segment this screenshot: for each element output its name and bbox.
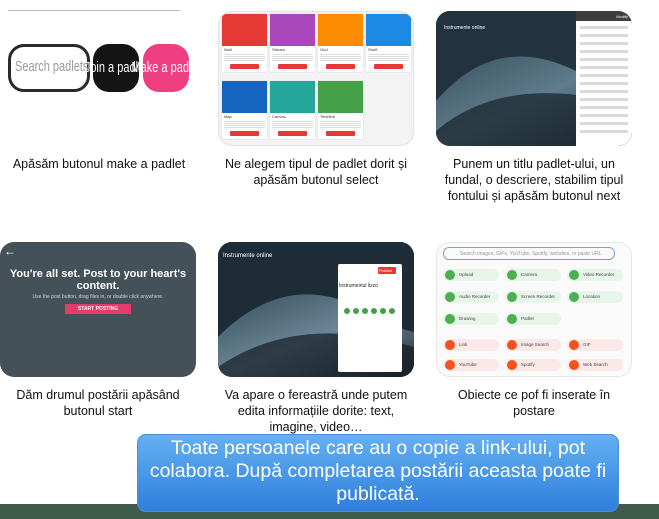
settings-sidebar: Modify — [576, 11, 632, 146]
insert-objects-screenshot: Search images, GIFs, YouTube, Spotify, w… — [436, 242, 632, 377]
option-label: Video Recorder — [583, 272, 615, 277]
card-label: Canvas — [272, 114, 286, 119]
attachment-icon[interactable] — [353, 308, 359, 314]
link-icon — [445, 340, 455, 350]
option-padlet[interactable]: Padlet — [505, 313, 561, 325]
camera-icon — [507, 270, 517, 280]
search-placeholder: Search padlets — [15, 59, 89, 75]
card-stream[interactable]: Stream — [270, 14, 315, 72]
card-label: Grid — [320, 47, 328, 52]
card-label: Shelf — [368, 47, 378, 52]
upload-icon — [445, 270, 455, 280]
search-padlets-input[interactable]: Search padlets — [8, 44, 90, 92]
post-editor-window — [338, 264, 402, 372]
card-map[interactable]: Map — [222, 81, 267, 139]
post-title: Instrumentul lizzo — [339, 283, 378, 289]
collaboration-callout: Toate persoanele care au o copie a link-… — [137, 434, 619, 512]
youtube-icon — [445, 360, 455, 370]
option-camera[interactable]: Camera — [505, 269, 561, 281]
card-label: Wall — [224, 47, 232, 52]
attachment-icon[interactable] — [389, 308, 395, 314]
caption-step6: Obiecte ce pof fi inserate în postare — [457, 388, 611, 418]
attachment-icon[interactable] — [380, 308, 386, 314]
attachment-icon[interactable] — [362, 308, 368, 314]
microphone-icon — [445, 292, 455, 302]
option-gif[interactable]: GIF — [567, 339, 623, 351]
location-icon — [569, 292, 579, 302]
video-icon — [569, 270, 579, 280]
card-label: Stream — [272, 47, 285, 52]
card-label: Map — [224, 114, 232, 119]
sidebar-header: Modify — [576, 11, 632, 21]
card-canvas[interactable]: Canvas — [270, 81, 315, 139]
option-image-search[interactable]: Image Search — [505, 339, 561, 351]
card-shelf[interactable]: Shelf — [366, 14, 411, 72]
edit-post-screenshot: Instrumente online Publish Instrumentul … — [218, 242, 414, 377]
back-arrow-icon[interactable]: ← — [4, 244, 16, 258]
padlet-type-screenshot: Wall Stream Grid Shelf Map Canvas Timeli… — [218, 11, 414, 146]
option-screen-recorder[interactable]: Screen Recorder — [505, 291, 561, 303]
option-web-search[interactable]: Web Search — [567, 359, 623, 371]
option-video-recorder[interactable]: Video Recorder — [567, 269, 623, 281]
caption-step2: Ne alegem tipul de padlet dorit și apăsă… — [224, 157, 408, 187]
option-audio-recorder[interactable]: Audio Recorder — [443, 291, 499, 303]
option-youtube[interactable]: YouTube — [443, 359, 499, 371]
option-label: Camera — [521, 272, 538, 277]
option-label: GIF — [583, 342, 591, 347]
padlet-settings-screenshot: Instrumente online Modify — [436, 11, 632, 146]
option-label: Web Search — [583, 362, 608, 367]
card-wall[interactable]: Wall — [222, 14, 267, 72]
attachment-icon[interactable] — [371, 308, 377, 314]
option-drawing[interactable]: Drawing — [443, 313, 499, 325]
caption-step3: Punem un titlu padlet-ului, un fundal, o… — [444, 157, 624, 203]
caption-step4: Dăm drumul postării apăsând butonul star… — [16, 388, 180, 418]
option-label: Drawing — [459, 316, 476, 321]
option-label: Location — [583, 294, 601, 299]
spotify-icon — [507, 360, 517, 370]
option-label: YouTube — [459, 362, 477, 367]
gif-icon — [569, 340, 579, 350]
board-title: Instrumente online — [444, 25, 486, 31]
caption-step1: Apăsăm butonul make a padlet — [12, 157, 186, 171]
option-label: Image Search — [521, 342, 550, 347]
start-posting-button[interactable]: START POSTING — [65, 304, 131, 314]
image-icon — [507, 340, 517, 350]
option-label: Spotify — [521, 362, 535, 367]
card-timeline[interactable]: Timeline — [318, 81, 363, 139]
ready-headline: You're all set. Post to your heart's con… — [9, 268, 187, 292]
screen-icon — [507, 292, 517, 302]
option-label: Link — [459, 342, 468, 347]
card-label: Timeline — [320, 114, 335, 119]
option-link[interactable]: Link — [443, 339, 499, 351]
card-grid[interactable]: Grid — [318, 14, 363, 72]
attachment-icon[interactable] — [344, 308, 350, 314]
globe-icon — [569, 360, 579, 370]
make-padlet-button[interactable]: Make a padlet — [131, 44, 201, 92]
start-posting-screenshot: ← You're all set. Post to your heart's c… — [0, 242, 196, 377]
make-label: Make a padlet — [131, 59, 201, 77]
option-location[interactable]: Location — [567, 291, 623, 303]
pencil-icon — [445, 314, 455, 324]
publish-label: Publish — [379, 268, 393, 273]
option-upload[interactable]: Upload — [443, 269, 499, 281]
top-divider — [8, 10, 180, 11]
option-label: Upload — [459, 272, 474, 277]
padlet-icon — [507, 314, 517, 324]
option-label: Screen Recorder — [521, 294, 556, 299]
option-label: Audio Recorder — [459, 294, 491, 299]
ready-hint: Use the post button, drag files in, or d… — [32, 294, 164, 300]
option-spotify[interactable]: Spotify — [505, 359, 561, 371]
media-search-input[interactable]: Search images, GIFs, YouTube, Spotify, w… — [443, 247, 615, 260]
option-label: Padlet — [521, 316, 534, 321]
board-title: Instrumente online — [223, 253, 273, 259]
caption-step5: Va apare o fereastră unde putem edita in… — [224, 388, 408, 434]
